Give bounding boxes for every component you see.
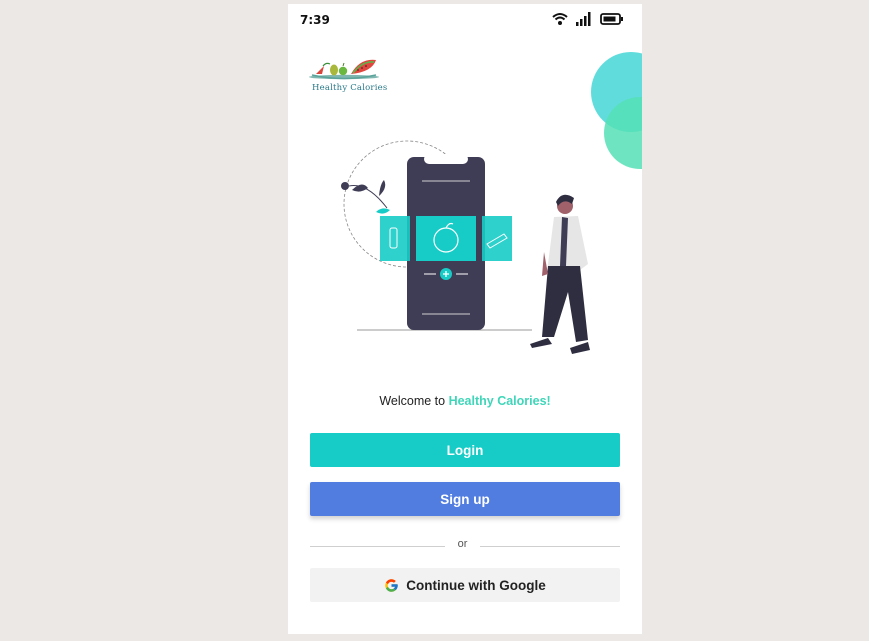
signup-button[interactable]: Sign up xyxy=(310,482,620,516)
welcome-brand: Healthy Calories! xyxy=(448,394,551,408)
welcome-message: Welcome to Healthy Calories! xyxy=(288,394,642,408)
login-button[interactable]: Login xyxy=(310,433,620,467)
google-signin-button[interactable]: Continue with Google xyxy=(310,568,620,602)
phone-screen: 7:39 Healthy Calories Welcome to Healthy… xyxy=(288,4,642,634)
divider-line-right xyxy=(480,546,620,547)
battery-icon xyxy=(600,13,623,25)
google-button-label: Continue with Google xyxy=(406,577,546,593)
status-time: 7:39 xyxy=(300,13,330,27)
welcome-illustration xyxy=(341,140,590,354)
welcome-prefix: Welcome to xyxy=(379,394,449,408)
or-divider: or xyxy=(310,538,620,554)
status-bar: 7:39 xyxy=(288,4,642,36)
google-icon xyxy=(385,578,398,592)
divider-line-left xyxy=(310,546,445,547)
signal-icon xyxy=(576,12,591,26)
or-text: or xyxy=(457,538,468,550)
wifi-icon xyxy=(552,13,568,25)
logo-text: Healthy Calories xyxy=(312,83,388,93)
